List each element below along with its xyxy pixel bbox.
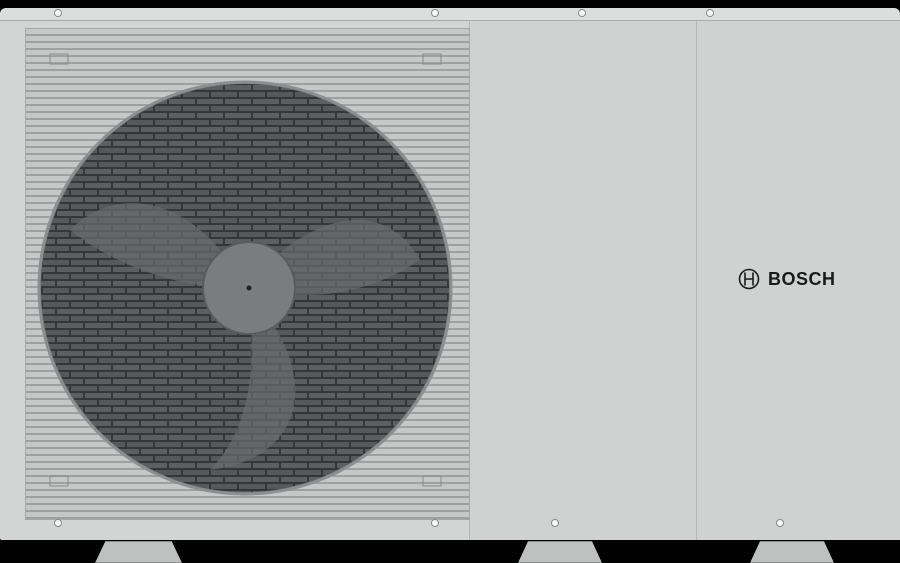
grille-clip [422,53,442,65]
bosch-logo: BOSCH [738,268,836,290]
grille-clip [422,475,442,487]
grille-clip [49,53,69,65]
bosch-armature-icon [738,268,760,290]
mounting-foot [95,541,182,563]
screw [776,519,784,527]
screw [431,9,439,17]
screw [551,519,559,527]
mounting-foot [518,541,602,563]
fan-hub-center [246,285,252,291]
screw [431,519,439,527]
mounting-foot [750,541,834,563]
screw [54,9,62,17]
screw [706,9,714,17]
screw [578,9,586,17]
brand-name: BOSCH [768,268,836,289]
screw [54,519,62,527]
grille-clip [49,475,69,487]
